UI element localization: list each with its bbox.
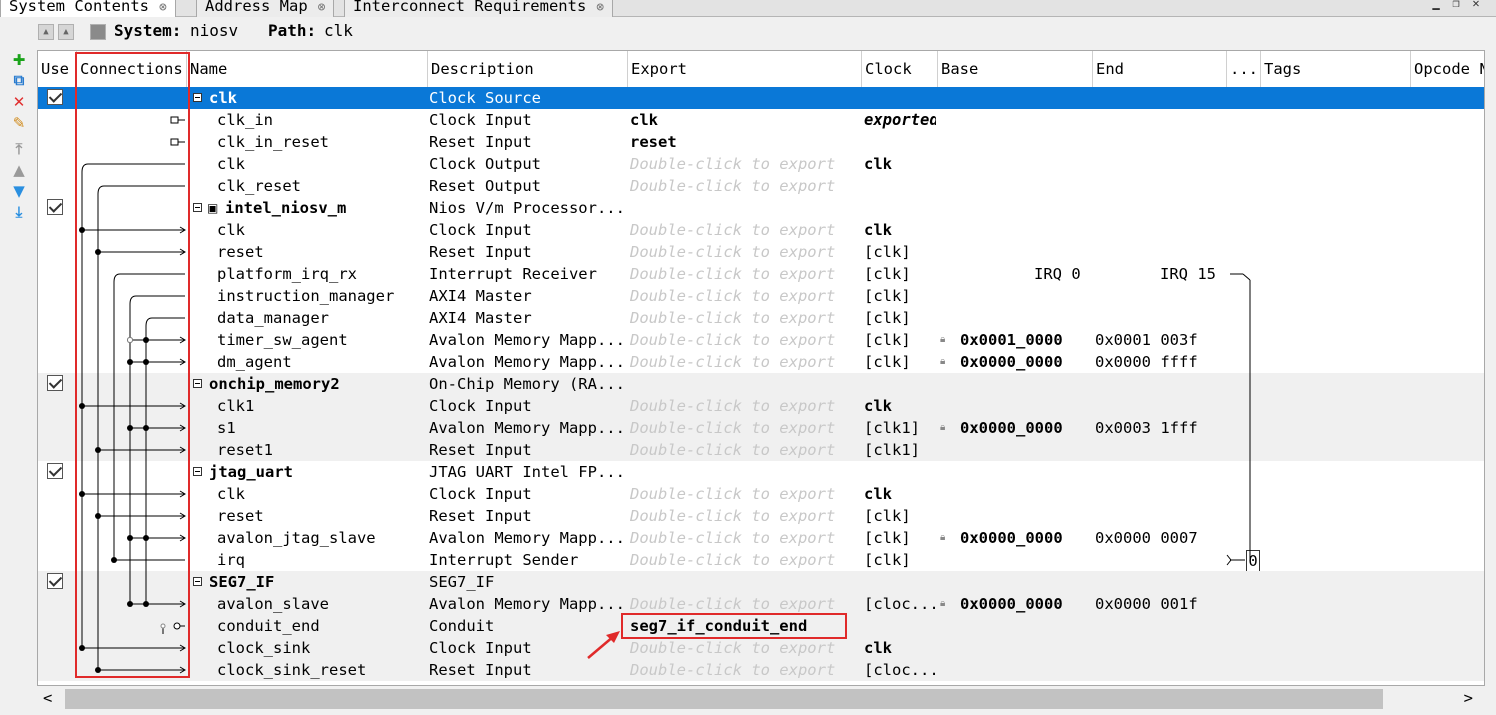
- move-top-icon[interactable]: ⤒: [11, 141, 27, 157]
- system-contents-table: Use Connections Name Description Export …: [37, 50, 1485, 686]
- tab-label: System Contents: [9, 0, 149, 15]
- system-icon: [90, 24, 106, 40]
- collapse-all-icon[interactable]: ▲: [38, 24, 54, 40]
- close-icon[interactable]: ⊗: [318, 0, 326, 15]
- restore-icon[interactable]: ❐: [1450, 0, 1462, 9]
- duplicate-icon[interactable]: ⧉: [11, 72, 27, 88]
- tab-label: Address Map: [205, 0, 308, 15]
- tab-address-map[interactable]: Address Map ⊗: [196, 0, 335, 17]
- scroll-right-icon[interactable]: >: [1464, 689, 1473, 707]
- move-bottom-icon[interactable]: ⤓: [11, 204, 27, 220]
- edit-icon[interactable]: ✎: [11, 115, 27, 131]
- path-label: Path:: [268, 21, 317, 40]
- path-value: clk: [324, 21, 353, 40]
- move-up-icon[interactable]: ▲: [11, 162, 27, 178]
- scroll-left-icon[interactable]: <: [43, 689, 52, 707]
- tab-label: Interconnect Requirements: [353, 0, 587, 15]
- close-window-icon[interactable]: ✕: [1470, 0, 1482, 9]
- close-icon[interactable]: ⊗: [596, 0, 604, 15]
- arrow-annotation-icon: [587, 631, 620, 659]
- tab-system-contents[interactable]: System Contents ⊗: [0, 0, 176, 17]
- minimize-icon[interactable]: ▁: [1430, 0, 1442, 9]
- move-down-icon[interactable]: ▼: [11, 183, 27, 199]
- system-value: niosv: [190, 21, 239, 40]
- horizontal-scrollbar[interactable]: < >: [37, 686, 1483, 712]
- left-toolbar: ✚ ⧉ ✕ ✎ ⤒ ▲ ▼ ⤓: [0, 18, 34, 715]
- add-icon[interactable]: ✚: [11, 52, 27, 68]
- tab-bar: System Contents ⊗ Address Map ⊗ Interconne…: [0, 0, 1496, 17]
- close-icon[interactable]: ⊗: [159, 0, 167, 15]
- system-path-bar: ▲ ▲ System: niosv Path: clk: [36, 18, 1476, 46]
- remove-icon[interactable]: ✕: [11, 94, 27, 110]
- connections-graph: [79, 116, 1251, 674]
- tab-interconnect-requirements[interactable]: Interconnect Requirements ⊗: [344, 0, 614, 17]
- system-label: System:: [114, 21, 182, 40]
- scrollbar-thumb[interactable]: [65, 689, 1383, 709]
- move-up-hierarchy-icon[interactable]: ▲: [58, 24, 74, 40]
